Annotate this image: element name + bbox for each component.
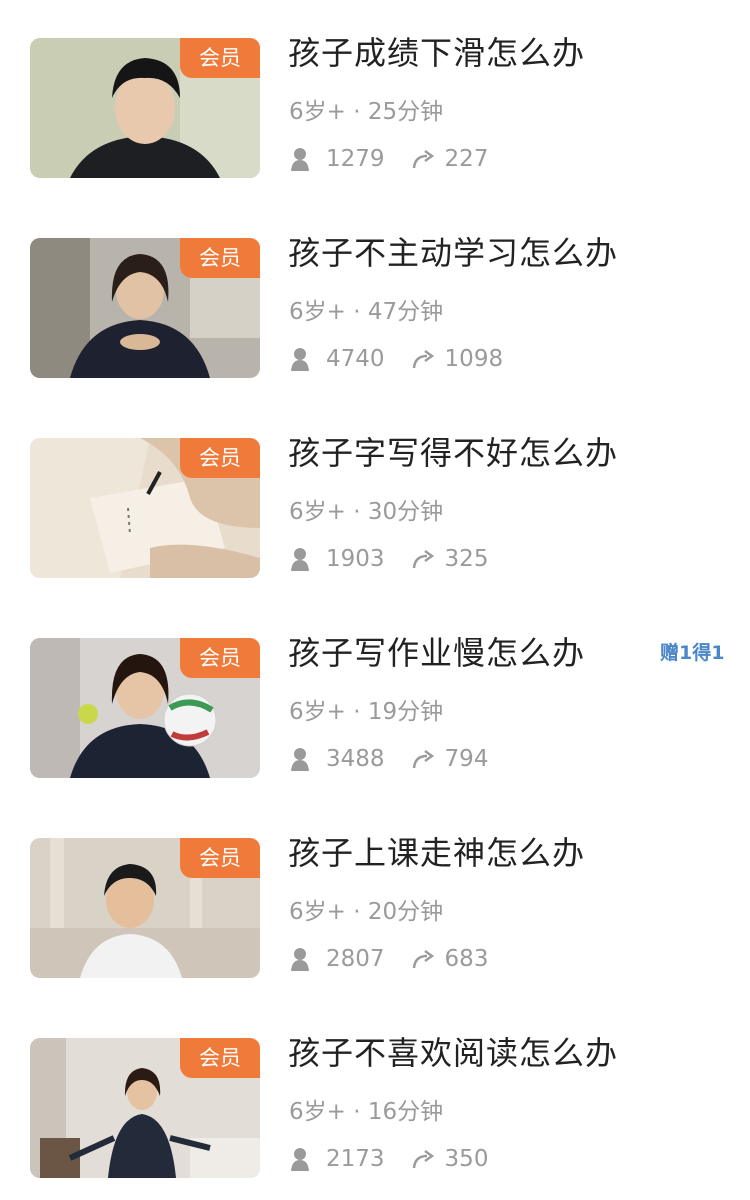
share-arrow-icon [411, 949, 435, 969]
member-badge: 会员 [180, 638, 260, 678]
share-count: 1098 [444, 346, 504, 372]
member-badge: 会员 [180, 38, 260, 78]
course-stats: 4740 1098 [290, 346, 503, 372]
person-icon [290, 347, 310, 371]
course-thumbnail[interactable]: 会员 [30, 38, 260, 178]
share-arrow-icon [411, 549, 435, 569]
course-stats: 2173 350 [290, 1146, 488, 1172]
course-title[interactable]: 孩子字写得不好怎么办 [288, 428, 618, 474]
course-item[interactable]: 会员 孩子不主动学习怎么办 6岁+ · 47分钟 4740 1098 [0, 200, 750, 400]
course-item[interactable]: 会员 孩子不喜欢阅读怎么办 6岁+ · 16分钟 2173 350 [0, 1000, 750, 1200]
share-arrow-icon [411, 1149, 435, 1169]
course-meta: 6岁+ · 47分钟 [289, 299, 444, 325]
member-badge: 会员 [180, 1038, 260, 1078]
course-item[interactable]: 会员 孩子成绩下滑怎么办 6岁+ · 25分钟 1279 227 [0, 0, 750, 200]
share-count: 350 [444, 1146, 489, 1172]
learner-count: 1903 [326, 546, 385, 572]
course-title[interactable]: 孩子写作业慢怎么办 [288, 628, 585, 674]
share-count: 325 [444, 546, 489, 572]
course-title[interactable]: 孩子成绩下滑怎么办 [288, 28, 585, 74]
share-count: 227 [444, 146, 489, 172]
course-meta: 6岁+ · 19分钟 [289, 699, 444, 725]
course-title[interactable]: 孩子不喜欢阅读怎么办 [288, 1028, 618, 1074]
share-count: 794 [444, 746, 489, 772]
share-arrow-icon [411, 349, 435, 369]
course-meta: 6岁+ · 30分钟 [289, 499, 444, 525]
person-icon [290, 947, 310, 971]
person-icon [290, 1147, 310, 1171]
course-thumbnail[interactable]: 会员 [30, 438, 260, 578]
learner-count: 2807 [326, 946, 385, 972]
share-arrow-icon [411, 749, 435, 769]
person-icon [290, 547, 310, 571]
gift-promo-link[interactable]: 赠1得1 [660, 638, 724, 665]
course-meta: 6岁+ · 20分钟 [289, 899, 444, 925]
course-thumbnail[interactable]: 会员 [30, 1038, 260, 1178]
course-stats: 1279 227 [290, 146, 488, 172]
course-thumbnail[interactable]: 会员 [30, 238, 260, 378]
course-item[interactable]: 会员 孩子上课走神怎么办 6岁+ · 20分钟 2807 683 [0, 800, 750, 1000]
course-stats: 2807 683 [290, 946, 488, 972]
learner-count: 4740 [326, 346, 385, 372]
course-stats: 3488 794 [290, 746, 488, 772]
course-meta: 6岁+ · 25分钟 [289, 99, 444, 125]
course-meta: 6岁+ · 16分钟 [289, 1099, 444, 1125]
person-icon [290, 147, 310, 171]
share-arrow-icon [411, 149, 435, 169]
course-title[interactable]: 孩子上课走神怎么办 [288, 828, 585, 874]
course-stats: 1903 325 [290, 546, 488, 572]
learner-count: 3488 [326, 746, 385, 772]
member-badge: 会员 [180, 438, 260, 478]
course-item[interactable]: 会员 孩子写作业慢怎么办 6岁+ · 19分钟 3488 794 [0, 600, 750, 800]
share-count: 683 [444, 946, 489, 972]
member-badge: 会员 [180, 838, 260, 878]
learner-count: 1279 [326, 146, 385, 172]
course-title[interactable]: 孩子不主动学习怎么办 [288, 228, 618, 274]
course-thumbnail[interactable]: 会员 [30, 838, 260, 978]
learner-count: 2173 [326, 1146, 385, 1172]
course-thumbnail[interactable]: 会员 [30, 638, 260, 778]
person-icon [290, 747, 310, 771]
member-badge: 会员 [180, 238, 260, 278]
course-item[interactable]: 会员 孩子字写得不好怎么办 6岁+ · 30分钟 1903 325 [0, 400, 750, 600]
